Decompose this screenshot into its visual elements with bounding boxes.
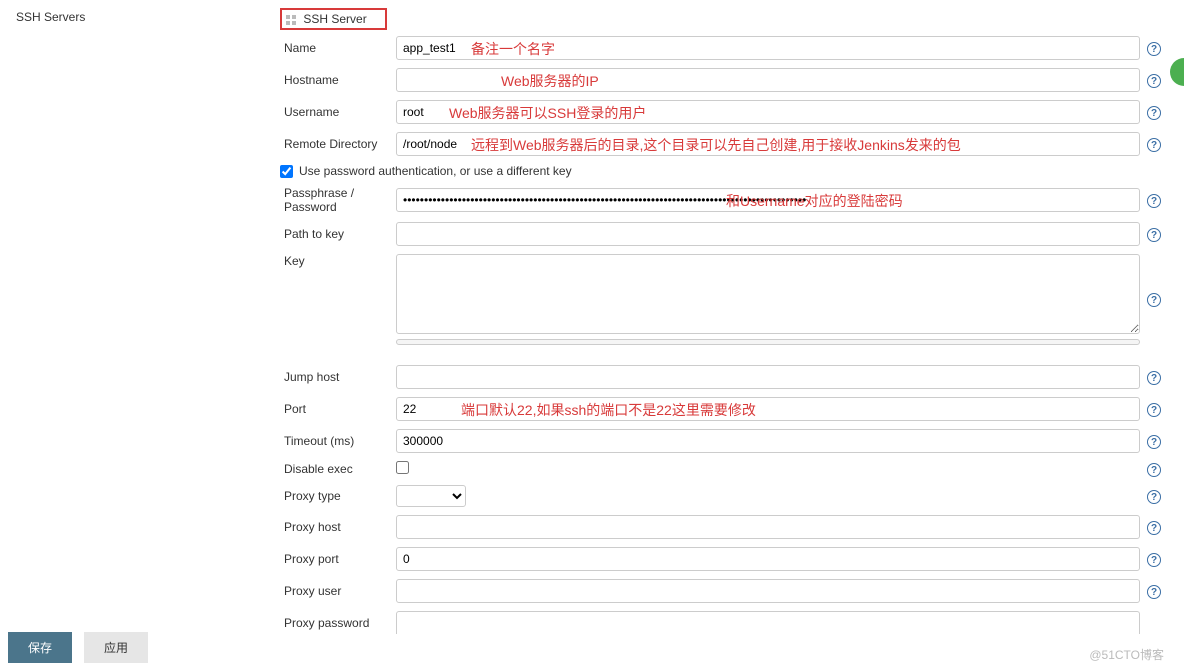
username-label: Username [276,105,396,119]
proxy-user-label: Proxy user [276,584,396,598]
apply-button[interactable]: 应用 [84,632,148,663]
help-icon[interactable]: ? [1147,42,1161,56]
help-icon[interactable]: ? [1147,228,1161,242]
timeout-input[interactable] [396,429,1140,453]
hostname-label: Hostname [276,73,396,87]
port-input[interactable] [396,397,1140,421]
help-icon[interactable]: ? [1147,106,1161,120]
help-icon[interactable]: ? [1147,463,1161,477]
proxy-port-input[interactable] [396,547,1140,571]
proxy-type-label: Proxy type [276,489,396,503]
remote-directory-label: Remote Directory [276,137,396,151]
port-label: Port [276,402,396,416]
username-input[interactable] [396,100,1140,124]
ssh-server-section[interactable]: SSH Server [280,8,387,30]
jump-host-input[interactable] [396,365,1140,389]
help-icon[interactable]: ? [1147,74,1161,88]
watermark: @51CTO博客 [1089,646,1164,663]
help-icon[interactable]: ? [1147,553,1161,567]
proxy-host-input[interactable] [396,515,1140,539]
proxy-port-label: Proxy port [276,552,396,566]
key-textarea[interactable] [396,254,1140,334]
jump-host-label: Jump host [276,370,396,384]
key-label: Key [276,254,396,268]
help-icon[interactable]: ? [1147,371,1161,385]
help-icon[interactable]: ? [1147,490,1161,504]
proxy-password-input[interactable] [396,611,1140,634]
grid-icon [286,15,296,25]
save-button[interactable]: 保存 [8,632,72,663]
proxy-type-select[interactable] [396,485,466,507]
use-password-auth-label: Use password authentication, or use a di… [299,164,572,178]
name-input[interactable] [396,36,1140,60]
help-icon[interactable]: ? [1147,585,1161,599]
textarea-resize-handle[interactable] [396,339,1140,345]
help-icon[interactable]: ? [1147,435,1161,449]
passphrase-label: Passphrase / Password [276,186,396,214]
proxy-host-label: Proxy host [276,520,396,534]
ssh-servers-label: SSH Servers [16,10,85,24]
help-icon[interactable]: ? [1147,194,1161,208]
remote-directory-input[interactable] [396,132,1140,156]
help-icon[interactable]: ? [1147,521,1161,535]
proxy-user-input[interactable] [396,579,1140,603]
name-label: Name [276,41,396,55]
disable-exec-label: Disable exec [276,462,396,476]
section-title: SSH Server [303,12,366,26]
passphrase-input[interactable] [396,188,1140,212]
path-to-key-input[interactable] [396,222,1140,246]
hostname-input[interactable] [396,68,1140,92]
help-icon[interactable]: ? [1147,403,1161,417]
help-icon[interactable]: ? [1147,293,1161,307]
proxy-password-label: Proxy password [276,616,396,630]
disable-exec-checkbox[interactable] [396,461,409,474]
help-icon[interactable]: ? [1147,138,1161,152]
use-password-auth-checkbox[interactable] [280,165,293,178]
path-to-key-label: Path to key [276,227,396,241]
timeout-label: Timeout (ms) [276,434,396,448]
